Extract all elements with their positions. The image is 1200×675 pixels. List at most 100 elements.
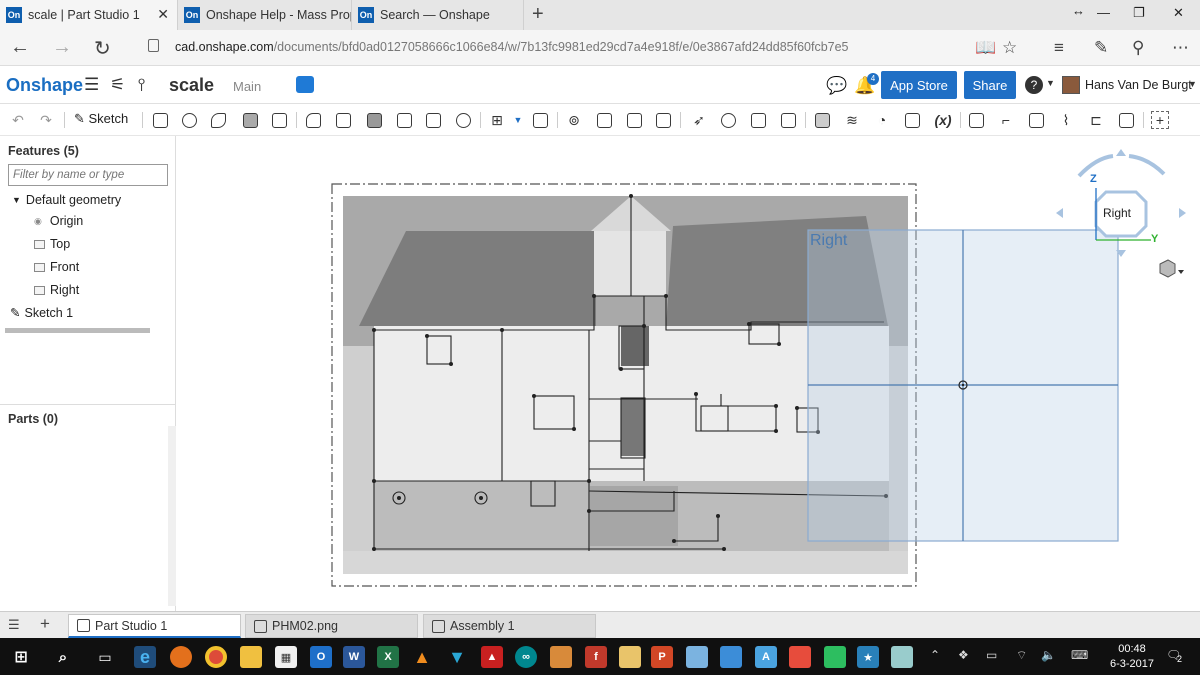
keyboard-icon[interactable]: ⌨ bbox=[1071, 648, 1088, 662]
viewcube-face-label[interactable]: Right bbox=[1103, 206, 1131, 220]
user-name[interactable]: Hans Van De Burgt bbox=[1085, 78, 1192, 92]
tree-default-geometry[interactable]: ▼ Default geometry bbox=[12, 193, 121, 207]
forward-icon[interactable]: → bbox=[52, 36, 72, 59]
delete-part-icon[interactable] bbox=[654, 111, 672, 129]
app-star-icon[interactable]: ★ bbox=[857, 646, 879, 668]
document-name[interactable]: scale bbox=[169, 75, 214, 96]
right-plane[interactable] bbox=[807, 229, 1119, 542]
tab-actions-icon[interactable]: ↔ bbox=[1072, 3, 1085, 18]
close-window-icon[interactable]: ✕ bbox=[1173, 5, 1184, 21]
edge-browser-icon[interactable]: e bbox=[134, 646, 156, 668]
add-custom-feature-icon[interactable]: + bbox=[1151, 111, 1169, 129]
onshape-logo[interactable]: Onshape bbox=[6, 75, 83, 96]
display-mode-icon[interactable] bbox=[1159, 259, 1184, 278]
tree-item-top[interactable]: Top bbox=[34, 237, 70, 251]
thicken-icon[interactable] bbox=[270, 111, 288, 129]
chevron-down-icon[interactable]: ▼ bbox=[12, 195, 21, 205]
store-icon[interactable]: ▦ bbox=[275, 646, 297, 668]
import-icon[interactable] bbox=[903, 111, 921, 129]
favorite-star-icon[interactable]: ☆ bbox=[1002, 38, 1017, 58]
excel-icon[interactable]: X bbox=[377, 646, 399, 668]
reading-view-icon[interactable]: 📖 bbox=[975, 38, 996, 58]
hub-icon[interactable]: ≡ bbox=[1054, 38, 1064, 58]
sketch-button[interactable]: ✎ Sketch bbox=[74, 111, 128, 127]
plane-icon[interactable] bbox=[813, 111, 831, 129]
add-element-icon[interactable]: + bbox=[40, 614, 50, 634]
pattern-icon[interactable]: ⊞ bbox=[488, 111, 506, 129]
task-view-icon[interactable]: ▭ bbox=[94, 646, 116, 668]
battery-icon[interactable]: ▭ bbox=[986, 648, 997, 662]
shell-icon[interactable] bbox=[424, 111, 442, 129]
more-icon[interactable]: ⋯ bbox=[1172, 38, 1189, 58]
dropbox-icon[interactable]: ❖ bbox=[958, 648, 969, 662]
maximize-icon[interactable]: ❐ bbox=[1133, 5, 1145, 21]
share-browser-icon[interactable]: ⚲ bbox=[1132, 38, 1144, 58]
avatar[interactable] bbox=[1062, 76, 1080, 94]
feature-filter-input[interactable] bbox=[8, 164, 168, 186]
tree-item-sketch[interactable]: ✎ Sketch 1 bbox=[10, 305, 73, 321]
pattern-dropdown-icon[interactable]: ▼ bbox=[509, 111, 527, 129]
tree-item-front[interactable]: Front bbox=[34, 260, 79, 274]
share-button[interactable]: Share bbox=[964, 71, 1016, 99]
menu-icon[interactable]: ☰ bbox=[84, 75, 99, 95]
insert-icon[interactable]: ⫯ bbox=[138, 75, 145, 95]
tree-item-origin[interactable]: ◉ Origin bbox=[34, 214, 83, 228]
draft-icon[interactable] bbox=[365, 111, 383, 129]
tray-chevron-icon[interactable]: ⌃ bbox=[930, 648, 940, 662]
app-orange-icon[interactable] bbox=[550, 646, 572, 668]
outlook-icon[interactable]: O bbox=[310, 646, 332, 668]
app-red-icon[interactable]: ▲ bbox=[481, 646, 503, 668]
variable-icon[interactable]: (x) bbox=[931, 111, 955, 129]
app-red2-icon[interactable] bbox=[789, 646, 811, 668]
clock-time[interactable]: 00:48 bbox=[1110, 643, 1154, 655]
extrude-icon[interactable] bbox=[151, 111, 169, 129]
url-field[interactable]: cad.onshape.com/documents/bfd0ad01270586… bbox=[175, 40, 849, 54]
tab-manager-icon[interactable]: ☰ bbox=[8, 617, 20, 633]
tab-icon[interactable] bbox=[1027, 111, 1045, 129]
user-dropdown-icon[interactable]: ▼ bbox=[1188, 79, 1197, 89]
powerpoint-icon[interactable]: P bbox=[651, 646, 673, 668]
model-canvas[interactable] bbox=[176, 136, 1200, 611]
browser-tab-scale[interactable]: On scale | Part Studio 1 ✕ bbox=[0, 0, 178, 30]
move-face-icon[interactable] bbox=[749, 111, 767, 129]
help-dropdown-icon[interactable]: ▼ bbox=[1046, 78, 1055, 88]
undo-icon[interactable]: ↶ bbox=[9, 111, 27, 129]
workspace-badge-icon[interactable] bbox=[296, 76, 314, 93]
word-icon[interactable]: W bbox=[343, 646, 365, 668]
app-store-button[interactable]: App Store bbox=[881, 71, 957, 99]
replace-face-icon[interactable] bbox=[779, 111, 797, 129]
evernote-icon[interactable] bbox=[824, 646, 846, 668]
app-triangle-icon[interactable]: ▼ bbox=[446, 646, 468, 668]
parts-scrollbar[interactable] bbox=[168, 426, 176, 606]
mate-connector-icon[interactable]: ◔ bbox=[873, 111, 891, 129]
split-icon[interactable] bbox=[595, 111, 613, 129]
graphics-area[interactable]: Right Right Z Y bbox=[176, 136, 1200, 611]
sheet-metal-icon[interactable] bbox=[967, 111, 985, 129]
comments-icon[interactable]: 💬 bbox=[826, 76, 847, 96]
fillet-icon[interactable] bbox=[304, 111, 322, 129]
workspace-name[interactable]: Main bbox=[233, 79, 261, 94]
tab-assembly[interactable]: Assembly 1 bbox=[423, 614, 596, 638]
browser-tab-help[interactable]: On Onshape Help - Mass Prope bbox=[178, 0, 352, 30]
mirror-icon[interactable] bbox=[531, 111, 549, 129]
app-a-icon[interactable]: A bbox=[755, 646, 777, 668]
arduino-icon[interactable]: ∞ bbox=[515, 646, 537, 668]
transform-icon[interactable] bbox=[625, 111, 643, 129]
refresh-icon[interactable]: ↻ bbox=[94, 36, 111, 61]
modify-fillet-icon[interactable]: ➶ bbox=[690, 111, 708, 129]
tab-image[interactable]: PHM02.png bbox=[245, 614, 418, 638]
tree-item-right[interactable]: Right bbox=[34, 283, 79, 297]
form-icon[interactable]: ⊏ bbox=[1087, 111, 1105, 129]
app-f-icon[interactable]: f bbox=[585, 646, 607, 668]
helix-icon[interactable]: ≋ bbox=[843, 111, 861, 129]
minimize-icon[interactable]: — bbox=[1097, 5, 1110, 20]
clock-date[interactable]: 6-3-2017 bbox=[1103, 658, 1161, 670]
new-tab-icon[interactable]: + bbox=[532, 3, 544, 26]
back-icon[interactable]: ← bbox=[10, 36, 30, 59]
revolve-icon[interactable] bbox=[180, 111, 198, 129]
bend-icon[interactable]: ⌇ bbox=[1057, 111, 1075, 129]
flange-icon[interactable]: ⌐ bbox=[997, 111, 1015, 129]
app-paint-icon[interactable] bbox=[891, 646, 913, 668]
chrome-icon[interactable] bbox=[205, 646, 227, 668]
feature-list-scrollbar[interactable] bbox=[5, 328, 150, 333]
